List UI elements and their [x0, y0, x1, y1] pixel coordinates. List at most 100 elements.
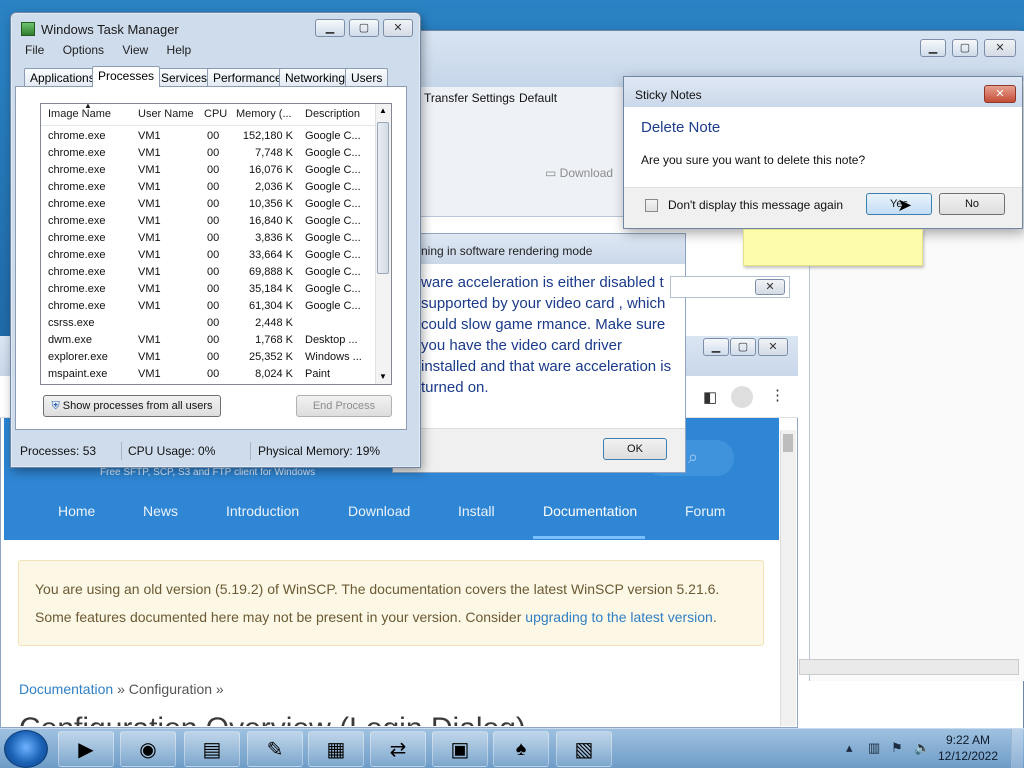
table-row[interactable]: chrome.exe VM1 00 35,184 K Google C...	[41, 281, 375, 298]
status-memory: Physical Memory: 19%	[258, 444, 381, 458]
minimize-button[interactable]: ▁	[920, 39, 946, 57]
paint-icon[interactable]: ✎	[247, 731, 303, 767]
menu-file[interactable]: File	[25, 43, 44, 57]
tm-close-button[interactable]: ✕	[383, 19, 413, 37]
table-row[interactable]: chrome.exe VM1 00 16,076 K Google C...	[41, 162, 375, 179]
col-cpu[interactable]: CPU	[204, 108, 227, 120]
close-button[interactable]: ✕	[984, 39, 1016, 57]
table-row[interactable]: chrome.exe VM1 00 16,840 K Google C...	[41, 213, 375, 230]
nav-introduction[interactable]: Introduction	[226, 503, 299, 519]
table-cell: chrome.exe	[48, 249, 106, 261]
scroll-down-icon[interactable]: ▼	[379, 372, 387, 381]
horizontal-scrollbar[interactable]	[799, 659, 1019, 675]
scroll-up-icon[interactable]: ▲	[379, 106, 387, 115]
col-memory[interactable]: Memory (...	[236, 108, 292, 120]
explorer-icon[interactable]: ▤	[184, 731, 240, 767]
browser-close-button[interactable]: ✕	[758, 338, 788, 356]
col-image-name[interactable]: Image Name	[48, 108, 111, 120]
clock[interactable]: 9:22 AM 12/12/2022	[933, 732, 1003, 764]
table-cell: chrome.exe	[48, 232, 106, 244]
tm-minimize-button[interactable]: ▁	[315, 19, 345, 37]
col-user-name[interactable]: User Name	[138, 108, 194, 120]
table-cell: Google C...	[305, 181, 361, 193]
show-hidden-icons-icon[interactable]: ▴	[846, 740, 853, 756]
menu-help[interactable]: Help	[167, 43, 192, 57]
breadcrumb-rest: » Configuration »	[117, 681, 224, 697]
profile-avatar-icon[interactable]	[731, 386, 753, 408]
nav-documentation[interactable]: Documentation	[543, 503, 637, 519]
sticky-close-button[interactable]: ✕	[984, 85, 1016, 103]
sticky-note[interactable]	[743, 229, 923, 266]
browser-scroll-thumb[interactable]	[783, 434, 793, 452]
table-row[interactable]: dwm.exe VM1 00 1,768 K Desktop ...	[41, 332, 375, 349]
dont-show-again-label[interactable]: Don't display this message again	[668, 198, 843, 212]
maximize-button[interactable]: ▢	[952, 39, 978, 57]
tab-performance[interactable]: Performance	[207, 68, 288, 86]
table-row[interactable]: chrome.exe VM1 00 3,836 K Google C...	[41, 230, 375, 247]
nav-install[interactable]: Install	[458, 503, 495, 519]
tab-users[interactable]: Users	[345, 68, 389, 86]
chrome-icon[interactable]: ◉	[120, 731, 176, 767]
table-cell: 00	[207, 198, 220, 210]
browser-minimize-button[interactable]: ▁	[703, 338, 729, 356]
ok-button[interactable]: OK	[603, 438, 667, 460]
nav-news[interactable]: News	[143, 503, 178, 519]
sticky-notes-icon[interactable]: ▧	[556, 731, 612, 767]
browser-maximize-button[interactable]: ▢	[730, 338, 756, 356]
winscp-icon[interactable]: ⇄	[370, 731, 426, 767]
sidebar-toggle-icon[interactable]: ◧	[703, 388, 717, 406]
site-tagline: Free SFTP, SCP, S3 and FTP client for Wi…	[100, 467, 316, 478]
tab-processes[interactable]: Processes	[92, 66, 161, 87]
task-manager-taskbar-icon[interactable]: ▣	[432, 731, 488, 767]
status-bar: Processes: 53 CPU Usage: 0% Physical Mem…	[14, 440, 406, 462]
table-cell: VM1	[138, 215, 161, 227]
menu-view[interactable]: View	[122, 43, 148, 57]
table-row[interactable]: chrome.exe VM1 00 69,888 K Google C...	[41, 264, 375, 281]
breadcrumb-documentation-link[interactable]: Documentation	[19, 681, 113, 697]
action-center-icon[interactable]: ⚑	[891, 740, 903, 756]
nav-forum[interactable]: Forum	[685, 503, 725, 519]
table-row[interactable]: chrome.exe VM1 00 2,036 K Google C...	[41, 179, 375, 196]
no-button[interactable]: No	[939, 193, 1005, 215]
browser-scrollbar[interactable]	[780, 430, 796, 726]
network-icon[interactable]: ▥	[868, 740, 880, 756]
col-description[interactable]: Description	[305, 108, 360, 120]
scroll-thumb[interactable]	[377, 122, 389, 274]
tm-maximize-button[interactable]: ▢	[349, 19, 379, 37]
table-cell: 7,748 K	[255, 147, 293, 159]
start-button[interactable]	[4, 730, 48, 768]
table-row[interactable]: chrome.exe VM1 00 10,356 K Google C...	[41, 196, 375, 213]
table-row[interactable]: chrome.exe VM1 00 33,664 K Google C...	[41, 247, 375, 264]
table-row[interactable]: chrome.exe VM1 00 61,304 K Google C...	[41, 298, 375, 315]
table-cell: 00	[207, 249, 220, 261]
table-cell: 00	[207, 300, 220, 312]
upgrade-link[interactable]: upgrading to the latest version	[525, 609, 713, 625]
nav-download[interactable]: Download	[348, 503, 410, 519]
table-row[interactable]: explorer.exe VM1 00 25,352 K Windows ...	[41, 349, 375, 366]
table-row[interactable]: chrome.exe VM1 00 152,180 K Google C...	[41, 128, 375, 145]
table-row[interactable]: csrss.exe 00 2,448 K	[41, 315, 375, 332]
menu-options[interactable]: Options	[63, 43, 104, 57]
table-row[interactable]: chrome.exe VM1 00 7,748 K Google C...	[41, 145, 375, 162]
table-cell: 1,768 K	[255, 334, 293, 346]
small-window-bar: ✕	[670, 276, 790, 298]
show-desktop-button[interactable]	[1011, 729, 1023, 768]
volume-icon[interactable]: 🔈	[914, 740, 930, 756]
tab-services[interactable]: Services	[155, 68, 214, 86]
show-all-processes-button[interactable]: ⛨ Show processes from all users	[43, 395, 221, 417]
end-process-button[interactable]: End Process	[296, 395, 392, 417]
solitaire-icon[interactable]: ♠	[493, 731, 549, 767]
table-cell: 8,024 K	[255, 368, 293, 380]
nav-home[interactable]: Home	[58, 503, 95, 519]
transfer-settings-value[interactable]: Default	[519, 91, 557, 105]
table-row[interactable]: mspaint.exe VM1 00 8,024 K Paint	[41, 366, 375, 383]
tab-networking[interactable]: Networking	[279, 68, 352, 86]
dont-show-again-checkbox[interactable]	[645, 199, 658, 212]
table-cell: Google C...	[305, 215, 361, 227]
media-player-icon[interactable]: ▶	[58, 731, 114, 767]
tab-applications[interactable]: Applications	[24, 68, 101, 86]
menu-kebab-icon[interactable]: ⋮	[770, 386, 785, 404]
download-button[interactable]: ▭ Download	[545, 166, 613, 180]
small-close-button[interactable]: ✕	[755, 279, 785, 295]
notepad-icon[interactable]: ▦	[308, 731, 364, 767]
